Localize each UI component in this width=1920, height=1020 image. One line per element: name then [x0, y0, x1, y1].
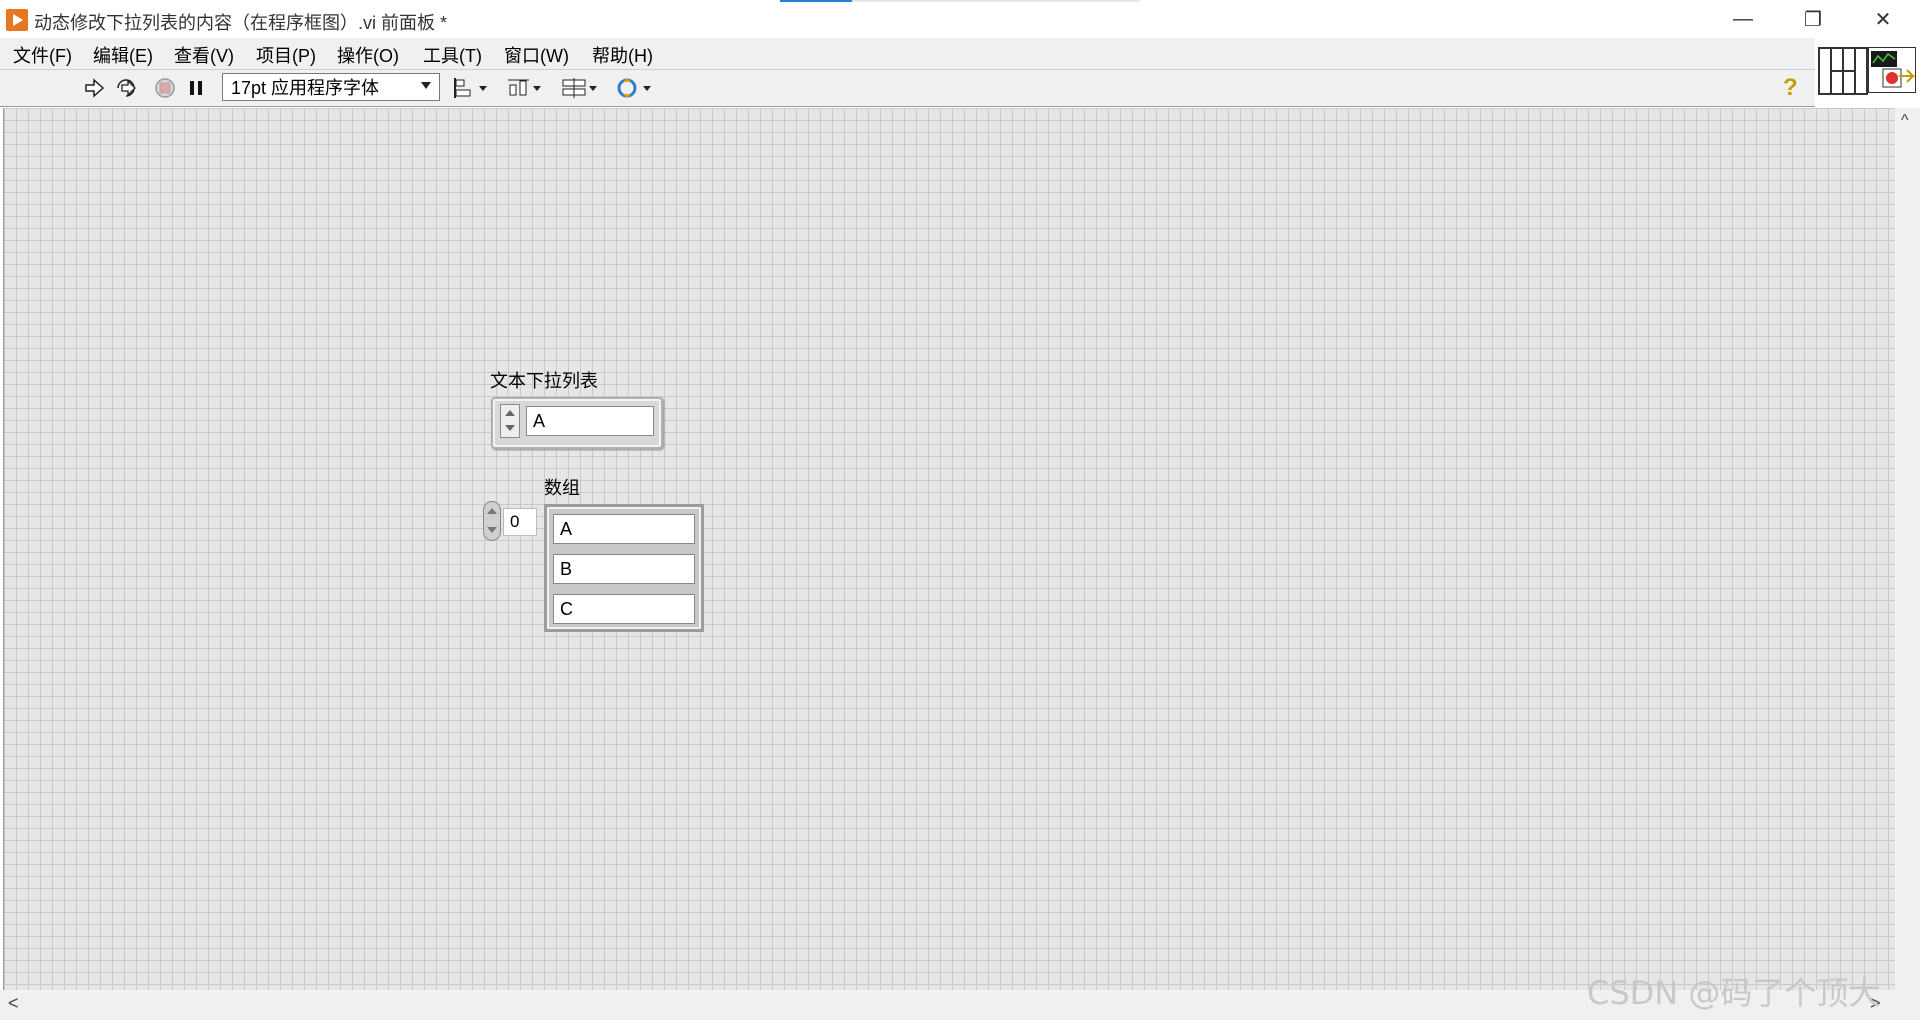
- font-select-value: 17pt 应用程序字体: [231, 78, 380, 98]
- scroll-left-icon[interactable]: <: [8, 993, 19, 1014]
- menu-bar: 文件(F) 编辑(E) 查看(V) 项目(P) 操作(O) 工具(T) 窗口(W…: [0, 38, 1815, 70]
- abort-execution-icon[interactable]: [153, 76, 177, 100]
- vi-icon[interactable]: [1868, 47, 1916, 93]
- array-element[interactable]: B: [553, 554, 695, 584]
- minimize-button[interactable]: —: [1708, 0, 1778, 38]
- run-continuously-icon[interactable]: [113, 76, 141, 100]
- vertical-scrollbar[interactable]: ^: [1895, 108, 1920, 990]
- window-title: 动态修改下拉列表的内容（在程序框图）.vi 前面板 *: [34, 13, 448, 33]
- toolbar: 17pt 应用程序字体: [0, 70, 1815, 107]
- menu-file[interactable]: 文件(F): [13, 42, 72, 68]
- reorder-icon[interactable]: [614, 76, 654, 100]
- connector-terminal[interactable]: [1819, 48, 1831, 94]
- menu-window[interactable]: 窗口(W): [504, 42, 569, 68]
- pause-icon[interactable]: [185, 76, 207, 100]
- tab-strip-active: [780, 0, 852, 2]
- index-down-icon[interactable]: [487, 527, 497, 533]
- array-element[interactable]: C: [553, 594, 695, 624]
- index-up-icon[interactable]: [487, 508, 497, 514]
- scroll-up-icon[interactable]: ^: [1901, 112, 1909, 130]
- labview-app-icon: [6, 9, 28, 31]
- font-select[interactable]: 17pt 应用程序字体: [222, 73, 440, 101]
- menu-edit[interactable]: 编辑(E): [93, 42, 153, 68]
- resize-objects-icon[interactable]: [560, 76, 600, 100]
- text-ring-value[interactable]: A: [526, 406, 654, 436]
- connector-terminal[interactable]: [1843, 71, 1855, 94]
- ring-increment-buttons[interactable]: [500, 404, 520, 438]
- distribute-objects-icon[interactable]: [506, 76, 544, 100]
- increment-down-icon[interactable]: [505, 425, 515, 431]
- array-element[interactable]: A: [553, 514, 695, 544]
- title-bar: 动态修改下拉列表的内容（在程序框图）.vi 前面板 * — ❐ ✕: [0, 0, 1920, 38]
- connector-pane-icon[interactable]: [1818, 47, 1868, 95]
- increment-up-icon[interactable]: [505, 410, 515, 416]
- front-panel-canvas[interactable]: [3, 108, 1896, 990]
- array-index-display[interactable]: 0: [503, 508, 537, 536]
- menu-project[interactable]: 项目(P): [256, 42, 316, 68]
- array-label: 数组: [544, 478, 580, 498]
- align-objects-icon[interactable]: [452, 76, 490, 100]
- restore-button[interactable]: ❐: [1778, 0, 1848, 38]
- connector-terminal[interactable]: [1855, 48, 1867, 94]
- connector-terminal[interactable]: [1831, 71, 1843, 94]
- menu-help[interactable]: 帮助(H): [592, 42, 653, 68]
- menu-view[interactable]: 查看(V): [174, 42, 234, 68]
- close-button[interactable]: ✕: [1848, 0, 1918, 38]
- run-arrow-icon[interactable]: [82, 76, 106, 100]
- text-ring-label: 文本下拉列表: [490, 371, 598, 391]
- menu-operate[interactable]: 操作(O): [337, 42, 399, 68]
- array-index-spinner[interactable]: [483, 501, 501, 541]
- chevron-down-icon: [421, 82, 431, 89]
- connector-terminal[interactable]: [1831, 48, 1843, 71]
- connector-terminal[interactable]: [1843, 48, 1855, 71]
- watermark: CSDN @码了个顶大: [1587, 974, 1881, 1012]
- context-help-icon[interactable]: ?: [1783, 74, 1807, 101]
- menu-tools[interactable]: 工具(T): [423, 42, 482, 68]
